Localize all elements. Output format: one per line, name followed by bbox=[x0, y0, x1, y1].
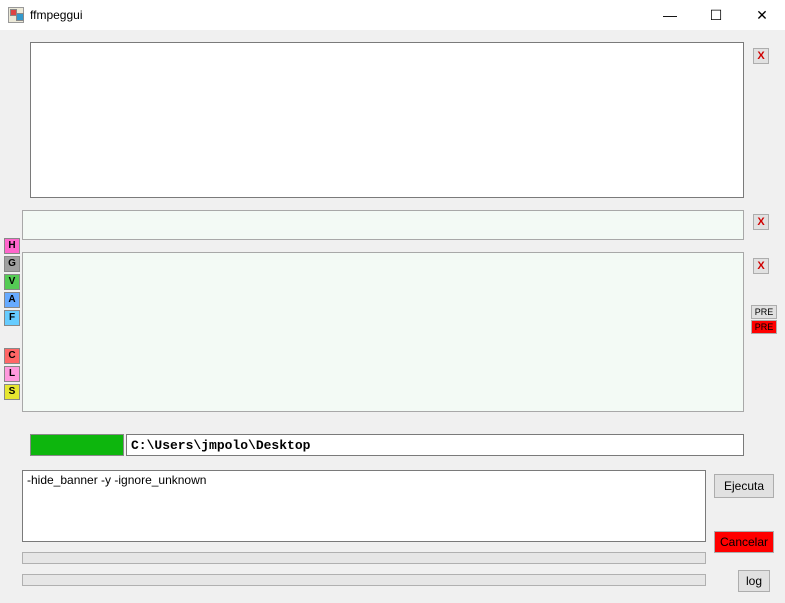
side-group-2: C L S bbox=[4, 348, 20, 402]
side-l-button[interactable]: L bbox=[4, 366, 20, 382]
close-button[interactable]: ✕ bbox=[739, 0, 785, 30]
titlebar: ffmpeggui — ☐ ✕ bbox=[0, 0, 785, 30]
client-area: X H G V A F C L S X X PRE PRE Ejecuta Ca… bbox=[0, 30, 785, 603]
options-line-box[interactable] bbox=[22, 210, 744, 240]
side-c-button[interactable]: C bbox=[4, 348, 20, 364]
options-area-box[interactable] bbox=[22, 252, 744, 412]
output-indicator[interactable] bbox=[30, 434, 124, 456]
output-path-input[interactable] bbox=[126, 434, 744, 456]
side-h-button[interactable]: H bbox=[4, 238, 20, 254]
cancel-button[interactable]: Cancelar bbox=[714, 531, 774, 553]
log-button[interactable]: log bbox=[738, 570, 770, 592]
maximize-button[interactable]: ☐ bbox=[693, 0, 739, 30]
clear-mid1-button[interactable]: X bbox=[753, 214, 769, 230]
side-f-button[interactable]: F bbox=[4, 310, 20, 326]
pre-button[interactable]: PRE bbox=[751, 305, 777, 319]
pre-red-button[interactable]: PRE bbox=[751, 320, 777, 334]
execute-button[interactable]: Ejecuta bbox=[714, 474, 774, 498]
side-v-button[interactable]: V bbox=[4, 274, 20, 290]
side-g-button[interactable]: G bbox=[4, 256, 20, 272]
progress-bar-1 bbox=[22, 552, 706, 564]
progress-bar-2 bbox=[22, 574, 706, 586]
side-s-button[interactable]: S bbox=[4, 384, 20, 400]
window-title: ffmpeggui bbox=[30, 8, 82, 22]
input-files-box[interactable] bbox=[30, 42, 744, 198]
clear-mid2-button[interactable]: X bbox=[753, 258, 769, 274]
command-box[interactable] bbox=[22, 470, 706, 542]
minimize-button[interactable]: — bbox=[647, 0, 693, 30]
window-controls: — ☐ ✕ bbox=[647, 0, 785, 30]
side-group-1: H G V A F bbox=[4, 238, 20, 328]
clear-top-button[interactable]: X bbox=[753, 48, 769, 64]
side-a-button[interactable]: A bbox=[4, 292, 20, 308]
app-icon bbox=[8, 7, 24, 23]
